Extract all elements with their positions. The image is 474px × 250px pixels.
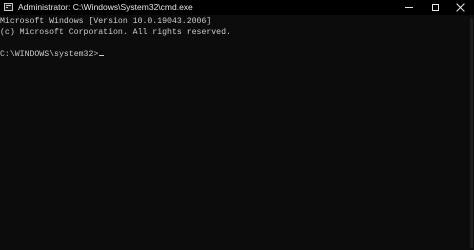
minimize-icon: [405, 7, 413, 8]
close-icon: [456, 3, 465, 12]
window-title: Administrator: C:\Windows\System32\cmd.e…: [18, 2, 193, 12]
command-prompt[interactable]: C:\WINDOWS\system32>: [0, 49, 468, 60]
maximize-button[interactable]: [421, 0, 449, 15]
cmd-app-icon[interactable]: [4, 3, 13, 11]
vertical-scrollbar[interactable]: [468, 15, 474, 250]
text-cursor: [99, 55, 105, 56]
console-line-version: Microsoft Windows [Version 10.0.19043.20…: [0, 17, 212, 26]
console-output[interactable]: Microsoft Windows [Version 10.0.19043.20…: [0, 15, 468, 250]
close-button[interactable]: [446, 0, 474, 15]
console-line-copyright: (c) Microsoft Corporation. All rights re…: [0, 28, 231, 37]
scrollbar-thumb[interactable]: [470, 18, 473, 248]
title-bar[interactable]: Administrator: C:\Windows\System32\cmd.e…: [0, 0, 474, 15]
cmd-window: Administrator: C:\Windows\System32\cmd.e…: [0, 0, 474, 250]
prompt-text: C:\WINDOWS\system32>: [0, 50, 99, 59]
maximize-icon: [431, 4, 439, 11]
minimize-button[interactable]: [395, 0, 423, 15]
